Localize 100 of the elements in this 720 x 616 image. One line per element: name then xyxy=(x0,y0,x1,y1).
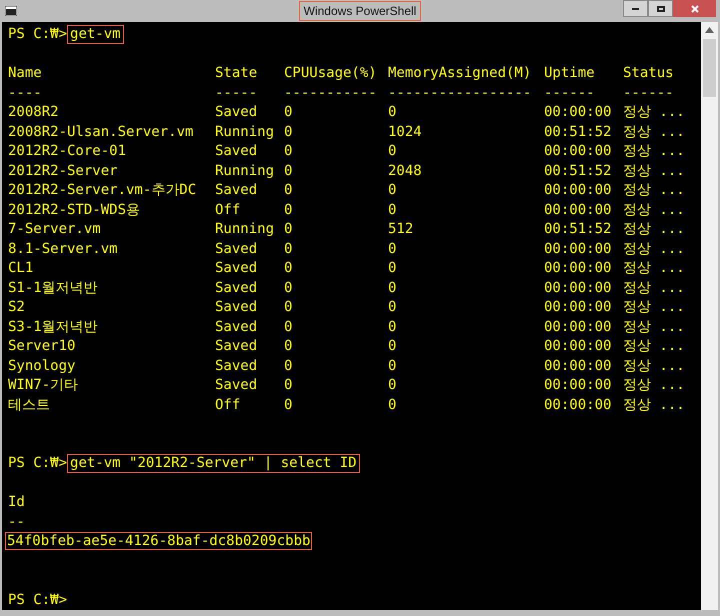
table-cell: S3-1월저녁반 xyxy=(8,318,98,334)
table-cell: Off xyxy=(215,202,240,218)
table-cell: 정상 ... xyxy=(623,240,685,256)
header-rule: ------ xyxy=(623,84,674,100)
table-cell: 0 xyxy=(388,202,396,218)
console-icon xyxy=(5,6,17,16)
prompt: PS C:₩> xyxy=(8,25,68,44)
table-cell: Saved xyxy=(215,143,258,159)
table-cell: 0 xyxy=(284,280,292,296)
table-cell: 0 xyxy=(388,358,396,374)
header-rule: ------ xyxy=(544,84,595,100)
table-cell: 정상 ... xyxy=(623,124,685,140)
table-cell: 2012R2-Core-01 xyxy=(8,143,126,159)
table-cell: CL1 xyxy=(8,260,34,276)
table-cell: 00:00:00 xyxy=(544,358,612,374)
table-cell: 정상 ... xyxy=(623,280,685,296)
table-cell: 0 xyxy=(388,104,396,120)
table-cell: 0 xyxy=(388,396,396,412)
table-cell: 2012R2-Server xyxy=(8,162,118,178)
table-cell: Running xyxy=(215,221,274,237)
table-cell: 0 xyxy=(284,396,292,412)
header-rule: -- xyxy=(8,514,25,530)
maximize-button[interactable] xyxy=(648,0,673,17)
table-cell: 정상 ... xyxy=(623,162,685,178)
scrollbar[interactable] xyxy=(701,22,718,610)
table-cell: 테스트 xyxy=(8,396,50,412)
table-cell: 정상 ... xyxy=(623,104,685,120)
close-button[interactable] xyxy=(673,0,716,17)
close-icon xyxy=(690,4,698,12)
table-cell: 0 xyxy=(388,377,396,393)
table-cell: 00:00:00 xyxy=(544,396,612,412)
table-cell: 0 xyxy=(388,143,396,159)
table-cell: 0 xyxy=(388,260,396,276)
command-text: get-vm "2012R2-Server" | select ID xyxy=(68,455,359,472)
table-cell: 00:00:00 xyxy=(544,299,612,315)
table-cell: Synology xyxy=(8,358,76,374)
table-cell: 00:00:00 xyxy=(544,202,612,218)
table-cell: 00:00:00 xyxy=(544,260,612,276)
table-cell: S2 xyxy=(8,299,25,315)
table-cell: 00:00:00 xyxy=(544,338,612,354)
table-cell: 00:00:00 xyxy=(544,143,612,159)
table-cell: 1024 xyxy=(388,124,422,140)
table-cell: 0 xyxy=(284,260,292,276)
table-cell: Server10 xyxy=(8,338,76,354)
header-rule: ----------- xyxy=(284,84,377,100)
table-cell: 0 xyxy=(284,377,292,393)
table-cell: 8.1-Server.vm xyxy=(8,240,118,256)
table-cell: 00:51:52 xyxy=(544,124,612,140)
column-header: CPUUsage(%) xyxy=(284,65,377,81)
table-cell: 2048 xyxy=(388,162,422,178)
table-cell: 00:51:52 xyxy=(544,221,612,237)
table-cell: Saved xyxy=(215,338,258,354)
table-cell: 0 xyxy=(284,358,292,374)
table-cell: 정상 ... xyxy=(623,318,685,334)
table-cell: Saved xyxy=(215,299,258,315)
table-cell: 정상 ... xyxy=(623,396,685,412)
table-cell: Saved xyxy=(215,358,258,374)
table-cell: Off xyxy=(215,396,240,412)
table-cell: 00:51:52 xyxy=(544,162,612,178)
table-cell: 0 xyxy=(388,182,396,198)
column-header: Uptime xyxy=(544,65,595,81)
table-cell: 00:00:00 xyxy=(544,318,612,334)
table-cell: 00:00:00 xyxy=(544,104,612,120)
table-cell: Saved xyxy=(215,318,258,334)
table-cell: 정상 ... xyxy=(623,182,685,198)
table-cell: 0 xyxy=(388,280,396,296)
table-cell: 정상 ... xyxy=(623,299,685,315)
table-cell: 정상 ... xyxy=(623,377,685,393)
table-cell: 00:00:00 xyxy=(544,240,612,256)
table-cell: WIN7-기타 xyxy=(8,377,78,393)
table-cell: 0 xyxy=(284,240,292,256)
table-cell: 정상 ... xyxy=(623,202,685,218)
table-cell: 0 xyxy=(284,124,292,140)
column-header: MemoryAssigned(M) xyxy=(388,65,532,81)
table-cell: 0 xyxy=(388,299,396,315)
table-cell: 00:00:00 xyxy=(544,377,612,393)
table-cell: 2008R2-Ulsan.Server.vm xyxy=(8,124,194,140)
column-header: Name xyxy=(8,65,42,81)
scrollbar-thumb[interactable] xyxy=(703,39,716,97)
prompt: PS C:₩> xyxy=(8,454,68,473)
prompt: PS C:₩> xyxy=(8,592,68,608)
table-cell: 0 xyxy=(284,202,292,218)
table-cell: Running xyxy=(215,162,274,178)
command-text: get-vm xyxy=(68,26,123,44)
window-title: Windows PowerShell xyxy=(300,2,420,20)
table-cell: 2012R2-Server.vm-추가DC xyxy=(8,182,196,198)
scroll-up-icon[interactable] xyxy=(705,27,714,33)
table-cell: 0 xyxy=(284,143,292,159)
table-cell: 00:00:00 xyxy=(544,280,612,296)
table-cell: 7-Server.vm xyxy=(8,221,101,237)
minimize-button[interactable] xyxy=(623,0,648,17)
table-cell: Saved xyxy=(215,182,258,198)
header-rule: ---- xyxy=(8,84,42,100)
table-cell: 0 xyxy=(284,104,292,120)
table-cell: S1-1월저녁반 xyxy=(8,280,98,296)
table-cell: 정상 ... xyxy=(623,338,685,354)
column-header: Status xyxy=(623,65,674,81)
table-cell: Saved xyxy=(215,104,258,120)
table-cell: Saved xyxy=(215,240,258,256)
table-cell: Saved xyxy=(215,377,258,393)
